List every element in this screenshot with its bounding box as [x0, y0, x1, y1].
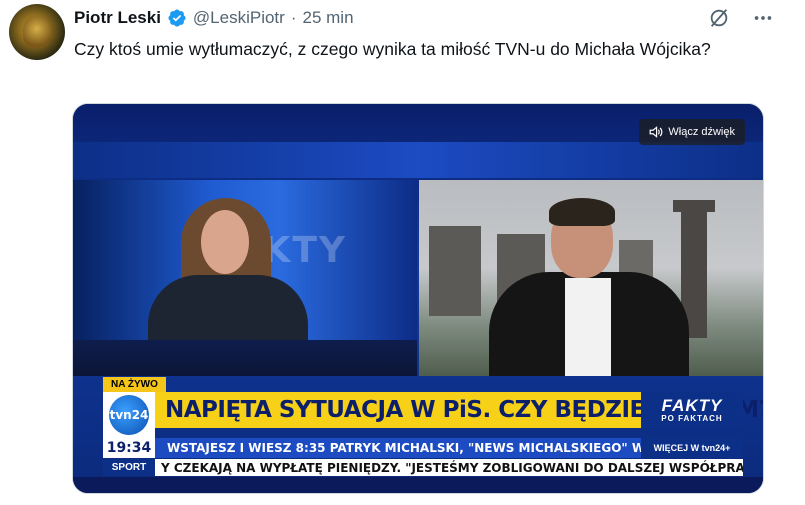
show-logo: FAKTY PO FAKTACH [641, 392, 743, 428]
author-name[interactable]: Piotr Leski [74, 8, 161, 28]
unmute-button[interactable]: Włącz dźwięk [639, 119, 745, 145]
separator-dot: · [290, 8, 297, 27]
video-bottom-bar [73, 477, 763, 493]
tweet-text: Czy ktoś umie wytłumaczyć, z czego wynik… [74, 39, 711, 59]
speaker-icon [649, 126, 663, 138]
clock: 19:34 [103, 438, 155, 458]
guest-panel [419, 180, 763, 376]
studio-strip [73, 142, 763, 178]
grok-icon[interactable] [707, 6, 731, 30]
studio-anchor-panel: FAKTY [73, 180, 417, 376]
news-ticker: NA ŻYWO tvn24 NAPIĘTA SYTUACJA W PiS. CZ… [103, 377, 763, 477]
show-title: FAKTY [661, 396, 723, 415]
subheadline: WSTAJESZ I WIESZ 8:35 PATRYK MICHALSKI, … [155, 438, 704, 458]
author-handle[interactable]: @LeskiPiotr [193, 8, 285, 28]
channel-logo: tvn24 [103, 392, 155, 438]
sport-tag: SPORT [103, 459, 155, 476]
headline-bar: NAPIĘTA SYTUACJA W PiS. CZY BĘDZIE ROZŁA… [155, 392, 763, 428]
more-icon[interactable] [751, 6, 775, 30]
crawl-text: Y CZEKAJĄ NA WYPŁATĘ PIENIĘDZY. "JESTEŚM… [161, 460, 743, 475]
more-tvn-label: WIĘCEJ W tvn24+ [641, 438, 743, 458]
show-subtitle: PO FAKTACH [661, 414, 723, 423]
tweet-header: Piotr Leski @LeskiPiotr · 25 min [74, 6, 354, 30]
verified-badge-icon [168, 9, 186, 27]
video-player[interactable]: Włącz dźwięk FAKTY NA ŻYWO tvn24 NAPIĘTA… [72, 103, 764, 494]
unmute-label: Włącz dźwięk [668, 126, 735, 138]
tweet-time[interactable]: 25 min [303, 8, 354, 28]
tvn24-logo: tvn24 [109, 395, 149, 435]
avatar[interactable] [9, 4, 65, 60]
live-tag: NA ŻYWO [103, 377, 166, 392]
